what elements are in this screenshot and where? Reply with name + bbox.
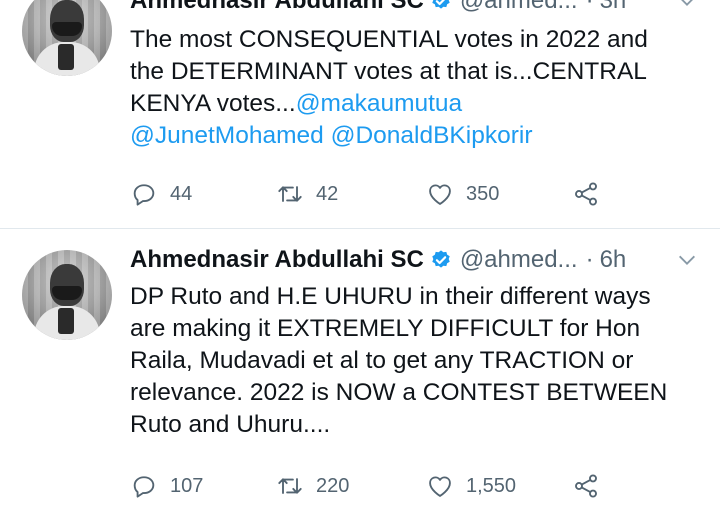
avatar[interactable] <box>22 0 112 76</box>
retweet-count: 220 <box>316 474 350 497</box>
tweet-text-line: Raila, Mudavadi et al to get any TRACTIO… <box>130 345 710 377</box>
author-handle[interactable]: @ahmed... <box>460 246 578 274</box>
tweet[interactable]: Ahmednasir Abdullahi SC @ahmed... · 3h T… <box>0 0 720 230</box>
share-button[interactable] <box>572 180 600 208</box>
tweet-text-line: KENYA votes...@makaumutua <box>130 88 710 120</box>
author-name[interactable]: Ahmednasir Abdullahi SC <box>130 0 424 15</box>
text-span: KENYA votes... <box>130 90 296 117</box>
tweet-actions: 44 42 350 <box>130 180 710 210</box>
reply-icon <box>133 184 155 206</box>
like-count: 1,550 <box>466 474 517 497</box>
tweet-text-line: The most CONSEQUENTIAL votes in 2022 and <box>130 24 710 56</box>
mention-link[interactable]: @DonaldBKipkorir <box>331 122 533 149</box>
verified-badge-icon <box>432 0 450 9</box>
avatar[interactable] <box>22 250 112 340</box>
separator-dot: · <box>585 246 594 273</box>
tweet[interactable]: Ahmednasir Abdullahi SC @ahmed... · 6h D… <box>0 231 720 507</box>
text-span: DP Ruto and H.E UHURU in their different… <box>130 283 651 310</box>
separator-dot: · <box>585 0 594 14</box>
tweet-text-line: DP Ruto and H.E UHURU in their different… <box>130 281 710 313</box>
reply-icon <box>133 476 155 498</box>
chevron-down-icon[interactable] <box>676 0 698 12</box>
share-button[interactable] <box>572 472 600 500</box>
reply-button[interactable]: 107 <box>130 472 203 500</box>
chevron-down-icon[interactable] <box>676 249 698 271</box>
share-icon <box>575 182 597 206</box>
tweet-text-line: the DETERMINANT votes at that is...CENTR… <box>130 56 710 88</box>
reply-count: 44 <box>170 182 193 205</box>
text-span <box>324 122 331 149</box>
share-icon <box>575 474 597 498</box>
tweet-text-line: @JunetMohamed @DonaldBKipkorir <box>130 120 710 152</box>
author-name[interactable]: Ahmednasir Abdullahi SC <box>130 246 424 274</box>
tweet-text-line: relevance. 2022 is NOW a CONTEST BETWEEN <box>130 377 710 409</box>
text-span: Ruto and Uhuru.... <box>130 411 331 438</box>
tweet-divider <box>0 228 720 229</box>
author-handle[interactable]: @ahmed... <box>460 0 578 15</box>
verified-badge-icon <box>432 250 450 268</box>
tweet-text-line: are making it EXTREMELY DIFFICULT for Ho… <box>130 313 710 345</box>
heart-icon <box>429 184 451 205</box>
heart-icon <box>429 476 451 497</box>
like-count: 350 <box>466 182 500 205</box>
text-span: are making it EXTREMELY DIFFICULT for Ho… <box>130 315 641 342</box>
text-span: Raila, Mudavadi et al to get any TRACTIO… <box>130 347 634 374</box>
mention-link[interactable]: @JunetMohamed <box>130 122 324 149</box>
text-span: relevance. 2022 is NOW a CONTEST BETWEEN <box>130 379 668 406</box>
tweet-actions: 107 220 1,550 <box>130 472 710 502</box>
mention-link[interactable]: @makaumutua <box>296 90 463 117</box>
retweet-count: 42 <box>316 182 339 205</box>
reply-button[interactable]: 44 <box>130 180 192 208</box>
retweet-button[interactable]: 42 <box>276 180 338 208</box>
retweet-icon <box>278 186 302 202</box>
tweet-text-line: Ruto and Uhuru.... <box>130 409 710 441</box>
reply-count: 107 <box>170 474 204 497</box>
text-span: the DETERMINANT votes at that is...CENTR… <box>130 58 647 85</box>
tweet-time[interactable]: 6h <box>600 246 627 274</box>
tweet-text: The most CONSEQUENTIAL votes in 2022 and… <box>130 24 710 152</box>
tweet-text: DP Ruto and H.E UHURU in their different… <box>130 281 710 441</box>
text-span: The most CONSEQUENTIAL votes in 2022 and <box>130 26 648 53</box>
tweet-header: Ahmednasir Abdullahi SC @ahmed... · 6h <box>130 245 626 275</box>
retweet-button[interactable]: 220 <box>276 472 349 500</box>
like-button[interactable]: 350 <box>426 180 499 208</box>
retweet-icon <box>278 478 302 494</box>
tweet-header: Ahmednasir Abdullahi SC @ahmed... · 3h <box>130 0 626 16</box>
like-button[interactable]: 1,550 <box>426 472 516 500</box>
tweet-time[interactable]: 3h <box>600 0 627 15</box>
